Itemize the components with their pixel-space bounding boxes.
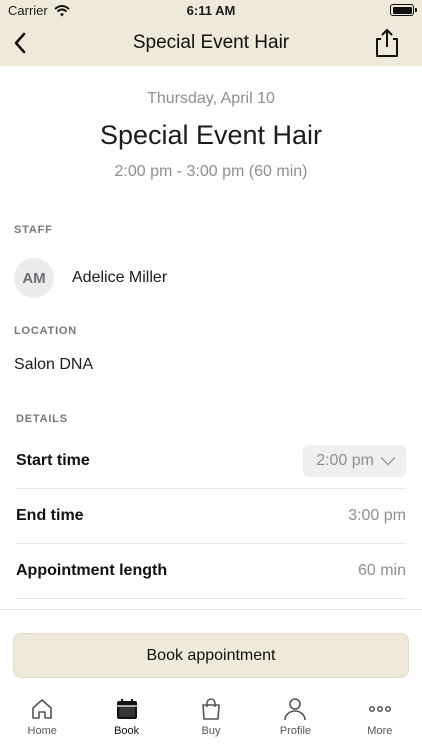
share-icon[interactable] xyxy=(374,28,400,58)
details-section-label: DETAILS xyxy=(16,413,68,425)
tab-bar: Home Book Buy Profile More xyxy=(0,696,422,750)
start-time-value: 2:00 pm xyxy=(316,452,374,469)
person-icon xyxy=(284,698,307,721)
tab-home-label: Home xyxy=(27,725,57,737)
appointment-length-label: Appointment length xyxy=(16,562,168,579)
location-name: Salon DNA xyxy=(14,356,94,373)
tab-more[interactable]: More xyxy=(338,696,422,750)
time-range: 2:00 pm - 3:00 pm (60 min) xyxy=(114,163,308,180)
end-time-value: 3:00 pm xyxy=(348,507,406,524)
appointment-length-row: Appointment length 60 min xyxy=(16,544,406,599)
staff-row[interactable]: AM Adelice Miller xyxy=(14,257,167,299)
tab-profile[interactable]: Profile xyxy=(253,696,337,750)
chevron-down-icon xyxy=(380,456,396,466)
tab-home[interactable]: Home xyxy=(0,696,84,750)
tab-book-label: Book xyxy=(114,725,140,737)
battery-icon xyxy=(390,4,417,16)
navbar: Special Event Hair xyxy=(0,20,422,66)
end-time-label: End time xyxy=(16,507,84,524)
end-time-row: End time 3:00 pm xyxy=(16,489,406,544)
staff-section-label: STAFF xyxy=(14,224,53,236)
shopping-bag-icon xyxy=(202,698,220,720)
location-section-label: LOCATION xyxy=(14,325,78,337)
book-appointment-button[interactable]: Book appointment xyxy=(13,633,409,678)
header: Carrier 6:11 AM Special Event Hair xyxy=(0,0,422,66)
start-time-label: Start time xyxy=(16,452,90,469)
status-time: 6:11 AM xyxy=(186,3,236,18)
calendar-icon xyxy=(116,699,137,719)
appointment-date: Thursday, April 10 xyxy=(147,90,275,107)
tab-book[interactable]: Book xyxy=(84,696,168,750)
status-bar: Carrier 6:11 AM xyxy=(0,0,422,20)
start-time-row: Start time 2:00 pm xyxy=(16,434,406,489)
tab-profile-label: Profile xyxy=(279,725,312,737)
start-time-picker[interactable]: 2:00 pm xyxy=(303,445,406,477)
tab-buy-label: Buy xyxy=(201,725,221,737)
home-icon xyxy=(32,699,53,719)
divider xyxy=(0,609,422,610)
appointment-length-value: 60 min xyxy=(357,562,406,579)
chevron-left-icon[interactable] xyxy=(8,30,34,56)
tab-more-label: More xyxy=(367,725,393,737)
page-title: Special Event Hair xyxy=(132,32,290,53)
service-name: Special Event Hair xyxy=(99,120,323,150)
avatar: AM xyxy=(14,258,54,298)
tab-buy[interactable]: Buy xyxy=(169,696,253,750)
staff-name: Adelice Miller xyxy=(72,269,168,286)
more-icon xyxy=(368,705,391,713)
